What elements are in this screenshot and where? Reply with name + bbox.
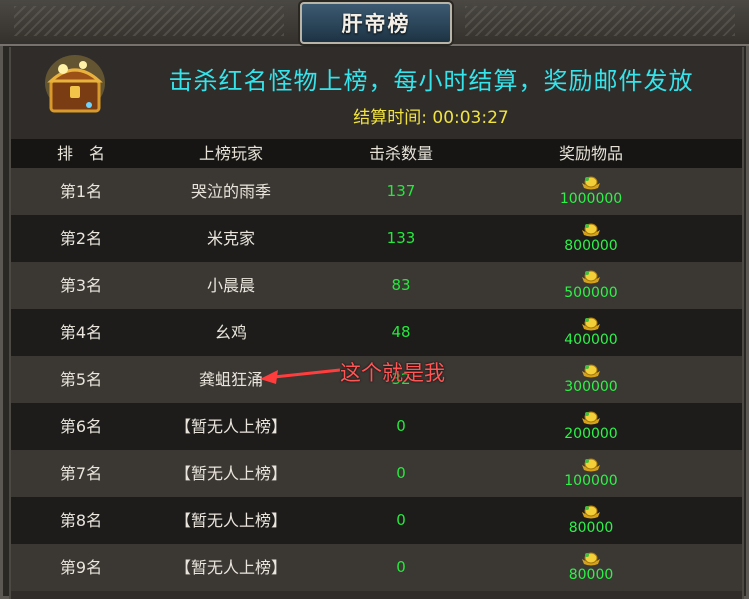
right-ornament: [465, 6, 735, 36]
player-cell: 米克家: [206, 229, 255, 248]
reward-cell: 80000: [531, 497, 651, 544]
reward-amount: 300000: [564, 379, 618, 395]
reward-amount: 200000: [564, 426, 618, 442]
gold-ingot-icon: [581, 315, 601, 331]
kills-cell: 0: [396, 511, 406, 529]
header-kills: 击杀数量: [368, 144, 433, 163]
reward-cell: 1000000: [531, 168, 651, 215]
gold-ingot-icon: [581, 456, 601, 472]
header-reward: 奖励物品: [558, 144, 623, 163]
reward-amount: 1000000: [559, 191, 623, 207]
table-row: 第2名 米克家 133 800000: [11, 215, 742, 262]
window-title: 肝帝榜: [341, 12, 411, 36]
content-panel: 击杀红名怪物上榜，每小时结算，奖励邮件发放 结算时间: 00:03:27 排 名…: [9, 47, 744, 599]
player-cell: 小晨晨: [206, 276, 255, 295]
reward-cell: 100000: [531, 450, 651, 497]
settlement-timer: 结算时间: 00:03:27: [353, 108, 509, 128]
table-row: 第8名 【暂无人上榜】 0 80000: [11, 497, 742, 544]
gold-ingot-icon: [581, 221, 601, 237]
player-cell: 【暂无人上榜】: [174, 417, 287, 436]
title-bar: 肝帝榜: [0, 0, 749, 46]
reward-amount: 800000: [564, 238, 618, 254]
gold-ingot-icon: [581, 362, 601, 378]
table-row: 第6名 【暂无人上榜】 0 200000: [11, 403, 742, 450]
player-cell: 【暂无人上榜】: [174, 464, 287, 483]
kills-cell: 83: [391, 276, 411, 294]
reward-cell: 80000: [531, 544, 651, 591]
header-player: 上榜玩家: [198, 144, 263, 163]
gold-ingot-icon: [581, 550, 601, 566]
annotation-label: 这个就是我: [340, 361, 445, 385]
rank-cell: 第6名: [59, 417, 103, 436]
rank-cell: 第4名: [59, 323, 103, 342]
kills-cell: 48: [391, 323, 411, 341]
rank-cell: 第8名: [59, 511, 103, 530]
player-cell: 【暂无人上榜】: [174, 558, 287, 577]
gold-ingot-icon: [581, 503, 601, 519]
annotation-arrow: [260, 368, 340, 384]
gold-ingot-icon: [581, 409, 601, 425]
reward-cell: 800000: [531, 215, 651, 262]
kills-cell: 133: [386, 229, 416, 247]
reward-amount: 80000: [568, 520, 614, 536]
table-row: 第1名 哭泣的雨季 137 1000000: [11, 168, 742, 215]
gold-ingot-icon: [581, 268, 601, 284]
reward-cell: 200000: [531, 403, 651, 450]
kills-cell: 0: [396, 558, 406, 576]
treasure-chest-icon: [45, 55, 105, 113]
player-cell: 幺鸡: [214, 323, 247, 342]
rank-cell: 第1名: [59, 182, 103, 201]
reward-amount: 400000: [564, 332, 618, 348]
rank-cell: 第7名: [59, 464, 103, 483]
reward-amount: 80000: [568, 567, 614, 583]
rank-cell: 第2名: [59, 229, 103, 248]
table-row: 第9名 【暂无人上榜】 0 80000: [11, 544, 742, 591]
gold-ingot-icon: [581, 174, 601, 190]
table-header: 排 名 上榜玩家 击杀数量 奖励物品: [11, 139, 742, 168]
kills-cell: 137: [386, 182, 416, 200]
table-row: 第4名 幺鸡 48 400000: [11, 309, 742, 356]
rank-cell: 第5名: [59, 370, 103, 389]
table-row: 第7名 【暂无人上榜】 0 100000: [11, 450, 742, 497]
event-headline: 击杀红名怪物上榜，每小时结算，奖励邮件发放: [168, 67, 694, 95]
player-cell: 【暂无人上榜】: [174, 511, 287, 530]
reward-cell: 500000: [531, 262, 651, 309]
reward-cell: 300000: [531, 356, 651, 403]
kills-cell: 0: [396, 464, 406, 482]
header-rank: 排 名: [56, 144, 105, 163]
reward-amount: 100000: [564, 473, 618, 489]
reward-cell: 400000: [531, 309, 651, 356]
rank-cell: 第9名: [59, 558, 103, 577]
kills-cell: 0: [396, 417, 406, 435]
player-cell: 哭泣的雨季: [190, 182, 271, 201]
table-row: 第3名 小晨晨 83 500000: [11, 262, 742, 309]
rank-cell: 第3名: [59, 276, 103, 295]
left-ornament: [14, 6, 284, 36]
title-plate: 肝帝榜: [300, 2, 452, 44]
reward-amount: 500000: [564, 285, 618, 301]
